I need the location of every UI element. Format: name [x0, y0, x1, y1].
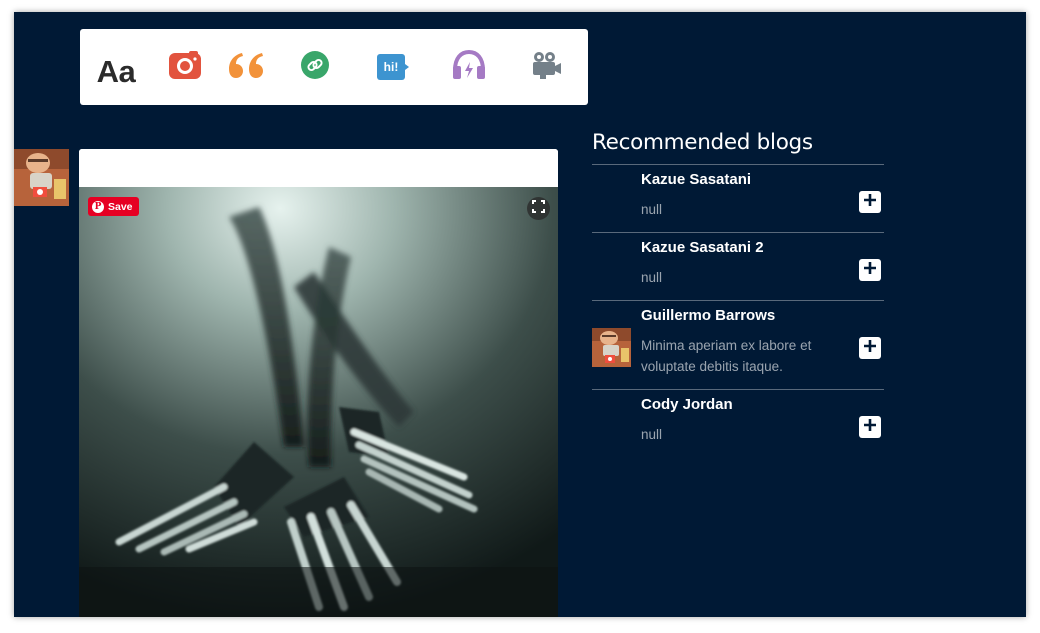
post-card: P Save [79, 149, 558, 617]
headphones-icon [452, 49, 486, 85]
plus-icon [863, 418, 877, 437]
blog-description: Minima aperiam ex labore et voluptate de… [641, 338, 812, 374]
pinterest-icon: P [92, 200, 104, 213]
recommended-blogs: Recommended blogs Kazue Sasatani null Ka… [592, 130, 884, 458]
video-camera-icon [531, 51, 561, 84]
plus-icon [863, 261, 877, 280]
quote-icon [228, 51, 264, 84]
post-author-avatar[interactable] [14, 149, 69, 206]
plus-icon [863, 339, 877, 358]
chat-post-button[interactable]: hi! [365, 29, 421, 105]
blog-name[interactable]: Kazue Sasatani 2 [641, 239, 764, 256]
post-photo[interactable]: P Save [79, 187, 558, 617]
blog-description: null [641, 202, 663, 217]
chat-icon-label: hi! [383, 60, 399, 74]
follow-button[interactable] [859, 191, 881, 213]
blog-name[interactable]: Kazue Sasatani [641, 171, 751, 188]
recommended-blog-item[interactable]: Kazue Sasatani null [592, 165, 884, 233]
post-header [79, 149, 558, 187]
blog-name[interactable]: Guillermo Barrows [641, 307, 775, 324]
pinterest-save-button[interactable]: P Save [88, 197, 139, 216]
blog-name[interactable]: Cody Jordan [641, 396, 733, 413]
plus-icon [863, 193, 877, 212]
blog-description: null [641, 427, 663, 442]
camera-icon [169, 50, 201, 84]
photo-post-button[interactable] [157, 29, 213, 105]
blog-avatar[interactable] [592, 328, 631, 367]
follow-button[interactable] [859, 416, 881, 438]
audio-post-button[interactable] [441, 29, 497, 105]
post-type-toolbar: Aa hi! [80, 29, 588, 105]
dashboard-window: Aa hi! P Save Recommended blogs Kazue Sa… [14, 12, 1026, 617]
recommended-blog-item[interactable]: Cody Jordan null [592, 390, 884, 458]
link-post-button[interactable] [287, 29, 343, 105]
recommended-list: Kazue Sasatani null Kazue Sasatani 2 nul… [592, 164, 884, 458]
chat-icon: hi! [377, 54, 409, 80]
recommended-blog-item[interactable]: Kazue Sasatani 2 null [592, 233, 884, 301]
blog-description: null [641, 270, 663, 285]
link-icon [301, 50, 329, 84]
recommended-title: Recommended blogs [592, 130, 813, 155]
pinterest-save-label: Save [108, 200, 133, 213]
expand-photo-button[interactable] [527, 197, 550, 220]
text-icon: Aa [96, 54, 136, 89]
text-post-button[interactable]: Aa [88, 29, 144, 105]
quote-post-button[interactable] [218, 29, 274, 105]
video-post-button[interactable] [518, 29, 574, 105]
fullscreen-icon [532, 199, 545, 218]
follow-button[interactable] [859, 337, 881, 359]
follow-button[interactable] [859, 259, 881, 281]
recommended-blog-item[interactable]: Guillermo Barrows Minima aperiam ex labo… [592, 301, 884, 390]
